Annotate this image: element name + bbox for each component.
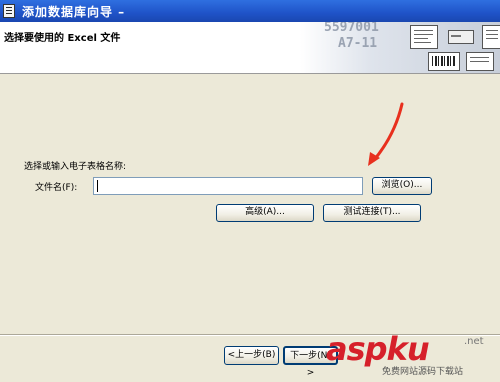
title-bar: 添加数据库向导 – (0, 0, 500, 23)
document-icon (410, 25, 438, 49)
document-icon (466, 52, 494, 71)
drive-icon (448, 30, 474, 44)
annotation-arrow-icon (368, 102, 404, 166)
watermark-brand: aspku (326, 330, 430, 368)
header-banner-graphic: 5597001 A7-11 (300, 22, 500, 73)
watermark-subtitle: 免费网站源码下载站 (382, 367, 464, 377)
aspku-watermark: aspku .net 免费网站源码下载站 (326, 330, 500, 378)
file-name-label: 文件名(F): (35, 183, 78, 193)
advanced-button[interactable]: 高级(A)... (216, 204, 314, 222)
spreadsheet-name-prompt: 选择或输入电子表格名称: (24, 162, 127, 172)
barcode-icon (428, 52, 460, 71)
document-icon (482, 25, 500, 49)
browse-button[interactable]: 浏览(O)... (372, 177, 432, 195)
page-title: 选择要使用的 Excel 文件 (4, 33, 121, 44)
database-wizard-icon (3, 4, 15, 18)
banner-number: A7-11 (338, 36, 378, 51)
watermark-domain: .net (464, 336, 484, 347)
window-title: 添加数据库向导 – (22, 5, 126, 19)
banner-number: 5597001 (324, 22, 379, 35)
file-name-input[interactable] (93, 177, 363, 195)
back-button[interactable]: <上一步(B) (224, 346, 279, 365)
wizard-header: 选择要使用的 Excel 文件 5597001 A7-11 (0, 22, 500, 74)
text-caret (97, 180, 98, 192)
test-connection-button[interactable]: 测试连接(T)... (323, 204, 421, 222)
